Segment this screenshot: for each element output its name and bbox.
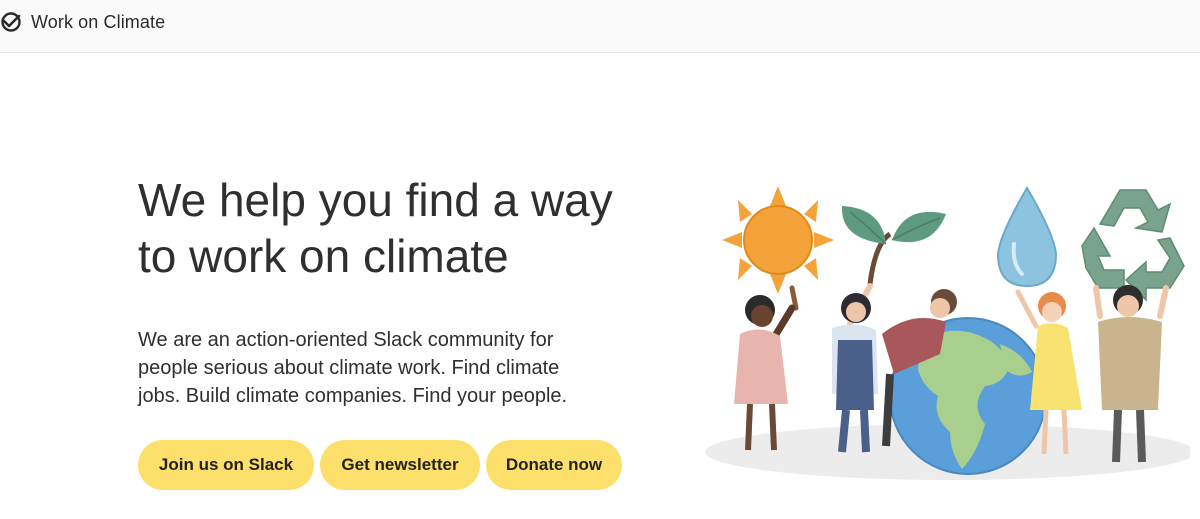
hero-description-line: We are an action-oriented Slack communit…	[138, 329, 554, 351]
hero-description-line: jobs. Build climate companies. Find your…	[138, 385, 568, 407]
brand-home-link[interactable]: Work on Climate	[0, 11, 165, 33]
recycle-icon	[1081, 189, 1185, 302]
top-navigation-bar: Work on Climate	[0, 0, 1200, 53]
get-newsletter-button[interactable]: Get newsletter	[320, 440, 480, 490]
sun-icon	[722, 186, 834, 311]
hero-description-line: people serious about climate work. Find …	[138, 357, 560, 379]
work-on-climate-logo-icon	[0, 11, 22, 33]
hero-title-line: to work on climate	[138, 230, 509, 282]
person-pink-dress	[734, 295, 796, 451]
hero-title-line: We help you find a way	[138, 174, 613, 226]
cta-button-group: Join us on Slack Get newsletter Donate n…	[138, 440, 622, 490]
brand-name: Work on Climate	[31, 12, 166, 32]
climate-illustration	[700, 184, 1195, 484]
hero-description: We are an action-oriented Slack communit…	[138, 326, 608, 410]
water-drop-icon	[996, 186, 1058, 288]
plant-icon	[841, 206, 946, 285]
donate-now-button[interactable]: Donate now	[486, 440, 622, 490]
hero-title: We help you find a way to work on climat…	[138, 172, 698, 284]
join-slack-button[interactable]: Join us on Slack	[138, 440, 314, 490]
